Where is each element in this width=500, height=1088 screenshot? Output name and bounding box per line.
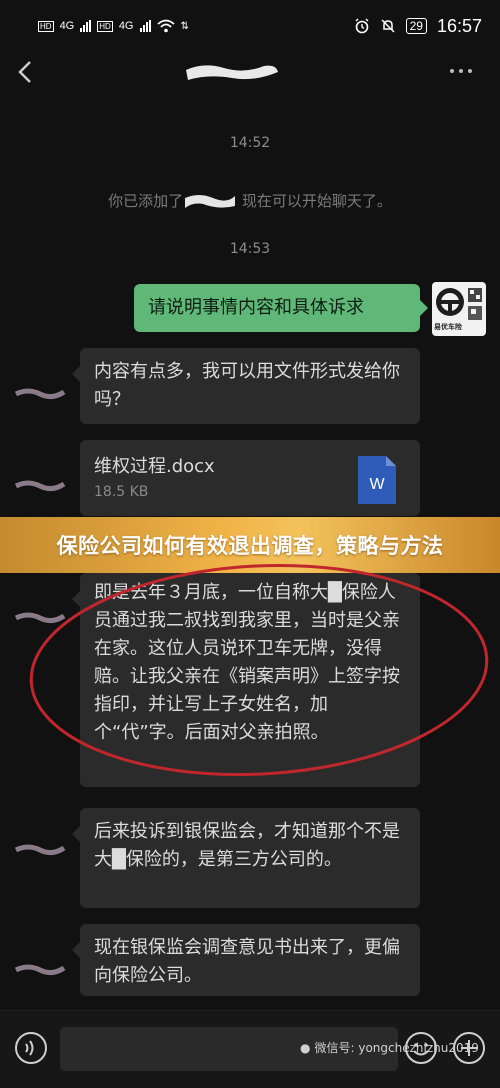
- system-message-prefix: 你已添加了: [108, 192, 184, 210]
- word-document-icon: W: [358, 456, 396, 504]
- network-label-1: 4G: [59, 20, 75, 32]
- received-message-bubble[interactable]: 内容有点多，我可以用文件形式发给你吗？: [72, 348, 420, 424]
- signal-icon-2: [139, 20, 151, 32]
- plus-icon[interactable]: [452, 1031, 486, 1065]
- status-bar: HD 4G HD 4G ⇅ 29 16:57: [0, 0, 500, 52]
- system-message-suffix: 现在可以开始聊天了。: [241, 192, 392, 210]
- wifi-icon: [156, 19, 175, 33]
- signal-group: HD 4G HD 4G ⇅: [38, 19, 189, 33]
- received-message-bubble[interactable]: 现在银保监会调查意见书出来了，更偏向保险公司。: [72, 924, 420, 996]
- wechat-logo-icon: ●: [300, 1040, 311, 1055]
- avatar-redacted: [14, 480, 66, 492]
- voice-input-icon[interactable]: [14, 1031, 48, 1065]
- avatar[interactable]: 易优车险: [432, 282, 486, 336]
- avatar-caption: 易优车险: [434, 323, 462, 331]
- more-options-icon[interactable]: [450, 69, 472, 73]
- battery-indicator: 29: [405, 18, 427, 34]
- system-message: 你已添加了 现在可以开始聊天了。: [0, 190, 500, 211]
- network-label-2: 4G: [118, 20, 134, 32]
- redaction-mark: [185, 195, 236, 208]
- back-arrow-icon[interactable]: [14, 58, 38, 86]
- chat-header: [0, 52, 500, 92]
- sent-message-bubble[interactable]: 请说明事情内容和具体诉求: [134, 284, 428, 332]
- banner-title: 保险公司如何有效退出调查，策略与方法: [56, 534, 444, 558]
- chat-input-bar: ● 微信号: yongchezhizhu2019: [0, 1010, 500, 1088]
- speed-icon: ⇅: [180, 20, 189, 32]
- status-clock: 16:57: [436, 15, 482, 36]
- contact-name-redacted: [186, 65, 278, 80]
- received-message-bubble[interactable]: 后来投诉到银保监会，才知道那个不是大█保险的，是第三方公司的。: [72, 808, 420, 908]
- mute-bell-icon: [381, 19, 395, 33]
- hd-badge-2: HD: [97, 20, 113, 32]
- avatar-redacted: [14, 844, 66, 856]
- avatar-redacted: [14, 612, 66, 624]
- signal-icon: [80, 20, 92, 32]
- avatar-redacted: [14, 964, 66, 976]
- file-attachment[interactable]: 维权过程.docx 18.5 KB W: [80, 440, 420, 516]
- word-icon-letter: W: [369, 476, 385, 493]
- emoji-icon[interactable]: [404, 1031, 438, 1065]
- alarm-icon: [355, 18, 369, 34]
- avatar-redacted: [14, 388, 66, 400]
- article-title-banner: 保险公司如何有效退出调查，策略与方法: [0, 517, 500, 573]
- hd-badge: HD: [38, 20, 54, 32]
- timestamp: 14:53: [229, 241, 271, 257]
- timestamp: 14:52: [229, 135, 271, 151]
- received-message-bubble[interactable]: 即是去年３月底，一位自称大█保险人员通过我二叔找到我家里，当时是父亲在家。这位人…: [72, 573, 420, 787]
